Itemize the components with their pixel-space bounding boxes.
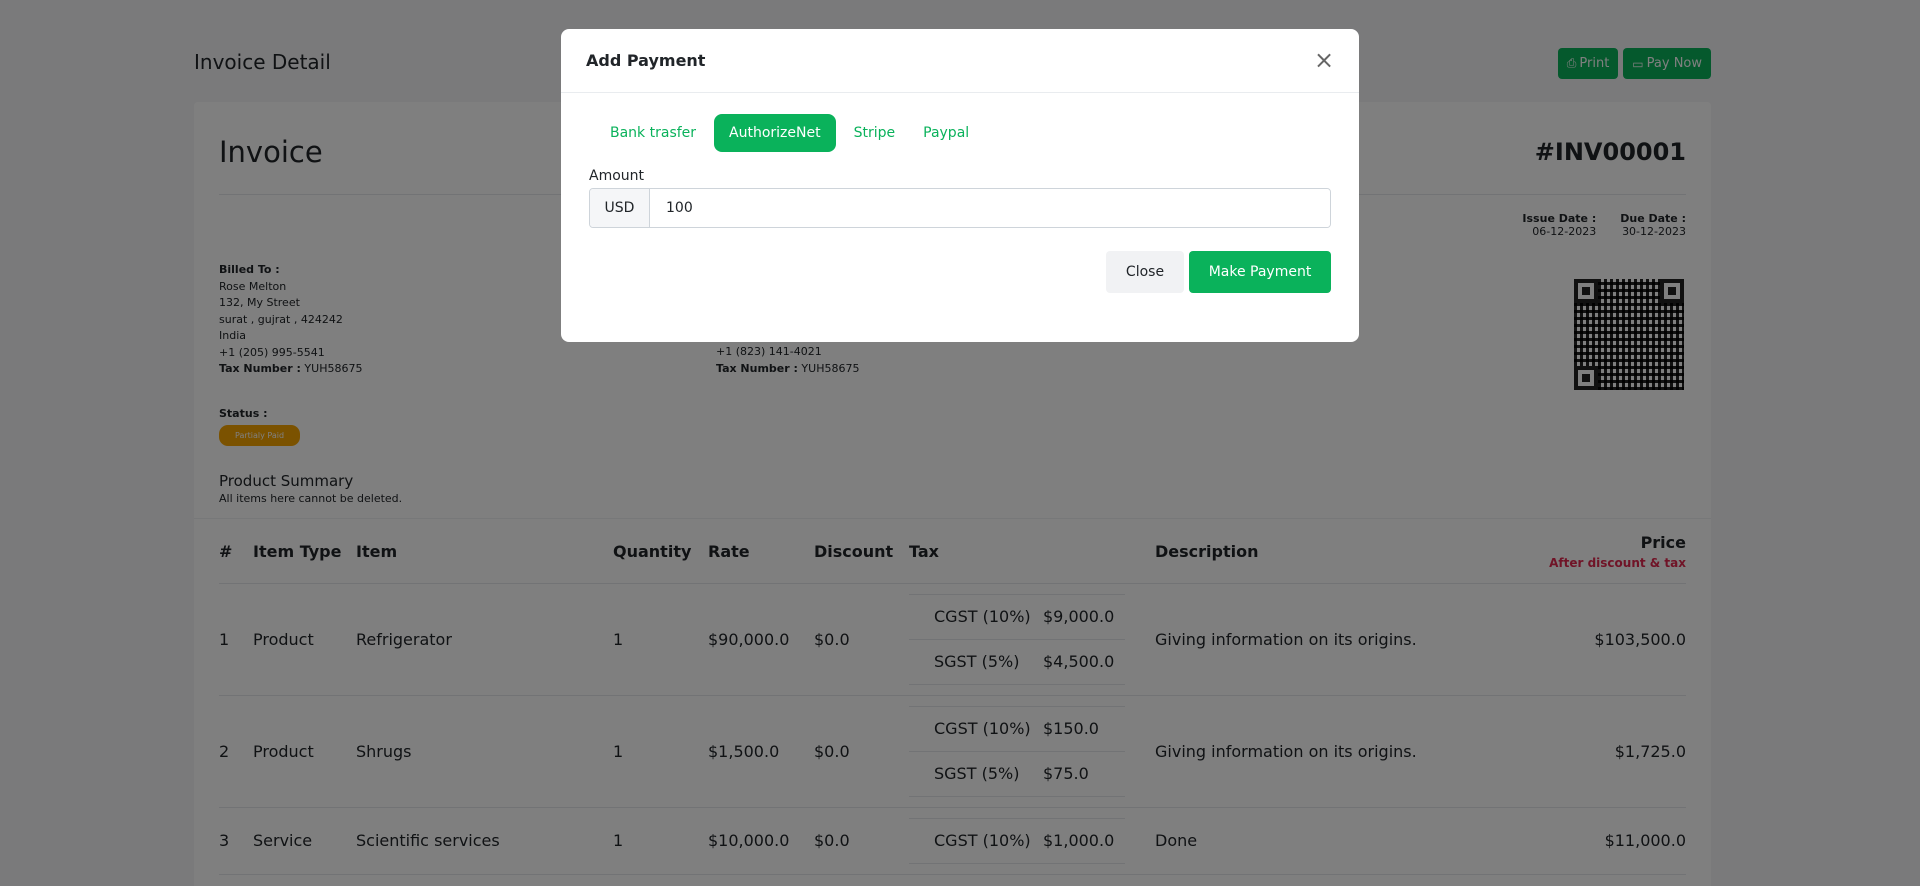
amount-input-group: USD	[589, 188, 1331, 228]
amount-label: Amount	[589, 168, 645, 184]
tab-stripe[interactable]: Stripe	[844, 114, 906, 152]
tab-bank-transfer[interactable]: Bank trasfer	[600, 114, 706, 152]
add-payment-modal: Add Payment × Bank trasfer AuthorizeNet …	[561, 29, 1359, 342]
close-button[interactable]: Close	[1106, 251, 1184, 293]
tab-authorizenet[interactable]: AuthorizeNet	[714, 114, 836, 152]
tab-paypal[interactable]: Paypal	[913, 114, 979, 152]
make-payment-button[interactable]: Make Payment	[1189, 251, 1331, 293]
payment-method-tabs: Bank trasfer AuthorizeNet Stripe Paypal	[600, 114, 979, 152]
amount-input[interactable]	[650, 189, 1330, 227]
currency-prefix: USD	[590, 189, 650, 227]
modal-header: Add Payment	[561, 29, 1359, 93]
modal-title: Add Payment	[586, 51, 706, 70]
close-icon[interactable]: ×	[1312, 48, 1336, 73]
